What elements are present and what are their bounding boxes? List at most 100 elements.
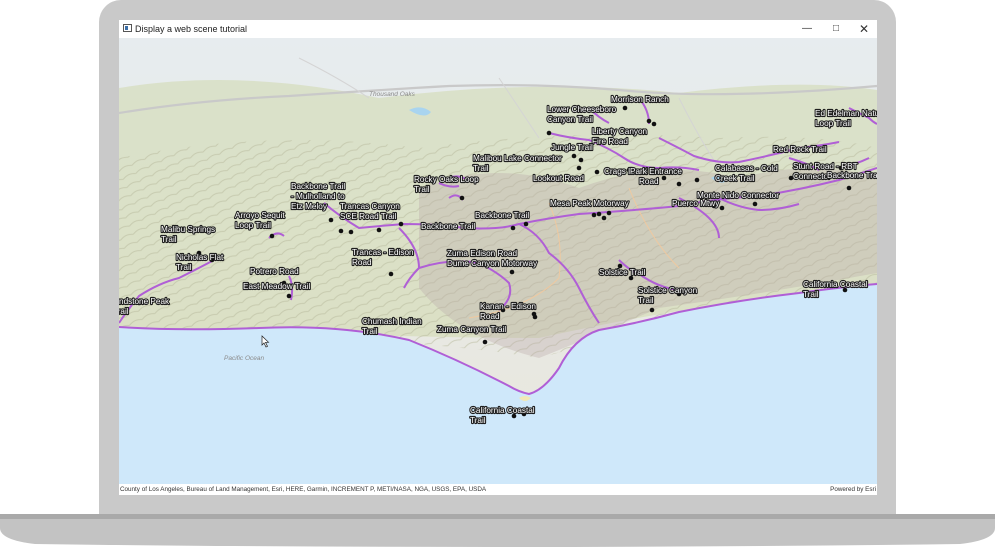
trail-label: Lower Cheeseboro xyxy=(547,105,617,114)
trail-label: Solstice Canyon xyxy=(638,286,698,295)
trail-label: Trancas Canyon xyxy=(340,202,400,211)
trail-label: Park Entrance xyxy=(630,167,682,176)
trailhead-marker xyxy=(509,269,515,275)
trailhead-marker xyxy=(571,153,577,159)
trailhead-marker xyxy=(591,212,597,218)
trail-label: Trail xyxy=(161,235,177,244)
window-title: Display a web scene tutorial xyxy=(135,24,248,34)
trailhead-marker xyxy=(694,177,700,183)
trail-label: Stunt Road - RBT xyxy=(793,162,858,171)
trail-label: Trail xyxy=(473,164,489,173)
trail-label: Trail xyxy=(119,307,129,316)
trail-label: Arroyo Sequit xyxy=(235,211,285,220)
trailhead-marker xyxy=(286,293,292,299)
label-pacific-ocean: Pacific Ocean xyxy=(224,355,264,362)
label-thousand-oaks: Thousand Oaks xyxy=(369,91,416,98)
trailhead-marker xyxy=(510,225,516,231)
trailhead-marker xyxy=(576,165,582,171)
trailhead-marker xyxy=(676,181,682,187)
trail-label: SCE Road Trail xyxy=(340,212,397,221)
trail-label: Morrison Ranch xyxy=(611,95,669,104)
trail-label: Chumash Indian xyxy=(362,317,422,326)
trail-label: Sandstone Peak xyxy=(119,297,170,306)
trail-label: Solstice Trail xyxy=(599,268,646,277)
trail-label: California Coastal xyxy=(803,280,868,289)
trailhead-marker xyxy=(338,228,344,234)
trailhead-marker xyxy=(846,185,852,191)
trail-label: Malibu Springs xyxy=(161,225,215,234)
trail-label: Backbone Trail xyxy=(291,182,345,191)
trailhead-marker xyxy=(269,233,275,239)
trailhead-marker xyxy=(348,229,354,235)
trailhead-marker xyxy=(719,205,725,211)
trailhead-marker xyxy=(376,227,382,233)
trailhead-marker xyxy=(388,271,394,277)
laptop-base xyxy=(0,514,995,547)
trailhead-marker xyxy=(523,221,529,227)
trail-label: Mesa Peak Motorway xyxy=(550,199,630,208)
map-scene-view[interactable]: Thousand Oaks Pacific Ocean Morrison Ran… xyxy=(119,38,877,484)
trail-label: Loop Trail xyxy=(815,119,851,128)
trailhead-marker xyxy=(532,314,538,320)
trail-label: Trail xyxy=(414,185,430,194)
trailhead-marker xyxy=(752,201,758,207)
trail-label: Backbone Trail xyxy=(421,222,475,231)
trail-label: Lookout Road xyxy=(533,174,584,183)
trail-label: Backbone Trail xyxy=(827,171,877,180)
trailhead-marker xyxy=(651,121,657,127)
title-bar: Display a web scene tutorial — □ ✕ xyxy=(119,20,877,39)
trailhead-marker xyxy=(606,210,612,216)
trailhead-marker xyxy=(398,221,404,227)
trail-label: Kanan - Edison xyxy=(480,302,536,311)
trail-label: Liberty Canyon xyxy=(592,127,648,136)
trail-label: Potrero Road xyxy=(250,267,299,276)
app-window: Display a web scene tutorial — □ ✕ Thous… xyxy=(119,20,877,495)
trail-label: Trail xyxy=(803,290,819,299)
trail-label: Canyon Trail xyxy=(547,115,593,124)
trail-label: Road xyxy=(480,312,500,321)
maximize-icon[interactable]: □ xyxy=(822,20,850,38)
trail-label: Jungle Trail xyxy=(551,143,593,152)
trail-label: Road xyxy=(639,177,659,186)
trailhead-marker xyxy=(482,339,488,345)
trailhead-marker xyxy=(601,215,607,221)
trail-label: Rocky Oaks Loop xyxy=(414,175,479,184)
trail-label: Road xyxy=(352,258,372,267)
app-icon xyxy=(123,24,132,32)
attribution-text[interactable]: County of Los Angeles, Bureau of Land Ma… xyxy=(120,484,486,495)
trail-label: Nicholas Flat xyxy=(176,253,224,262)
trailhead-marker xyxy=(578,157,584,163)
trail-label: Ed Edelman Nature xyxy=(815,109,877,118)
trail-label: Trancas - Edison xyxy=(352,248,414,257)
trail-label: Zuma Edison Road xyxy=(447,249,518,258)
trailhead-marker xyxy=(546,130,552,136)
trail-label: East Meadow Trail xyxy=(243,282,311,291)
trail-label: California Coastal xyxy=(470,406,535,415)
minimize-icon[interactable]: — xyxy=(793,20,821,38)
trailhead-marker xyxy=(459,195,465,201)
trail-label: Loop Trail xyxy=(235,221,271,230)
trail-label: Trail xyxy=(470,416,486,425)
powered-by-esri[interactable]: Powered by Esri xyxy=(830,484,876,495)
trail-label: Zuma Canyon Trail xyxy=(437,325,506,334)
trail-label: Trail xyxy=(176,263,192,272)
trail-label: Trail xyxy=(362,327,378,336)
trailhead-marker xyxy=(661,175,667,181)
trail-label: Backbone Trail xyxy=(475,211,529,220)
trail-label: Fire Road xyxy=(592,137,628,146)
attribution-bar: County of Los Angeles, Bureau of Land Ma… xyxy=(119,484,877,495)
trail-label: Creek Trail xyxy=(715,174,755,183)
trailhead-marker xyxy=(646,118,652,124)
trail-label: Calabasas - Cold xyxy=(715,164,778,173)
trail-label: Trail xyxy=(638,296,654,305)
trail-label: Malibou Lake Connector xyxy=(473,154,562,163)
close-icon[interactable]: ✕ xyxy=(850,20,877,38)
trailhead-marker xyxy=(328,217,334,223)
trailhead-marker xyxy=(594,169,600,175)
trail-label: Etz Meloy xyxy=(291,202,328,211)
trail-label: Puerco Mtwy xyxy=(672,199,720,208)
trail-label: Connector xyxy=(793,172,831,181)
trail-label: Red Rock Trail xyxy=(773,145,827,154)
trailhead-marker xyxy=(622,105,628,111)
trailhead-marker xyxy=(649,307,655,313)
